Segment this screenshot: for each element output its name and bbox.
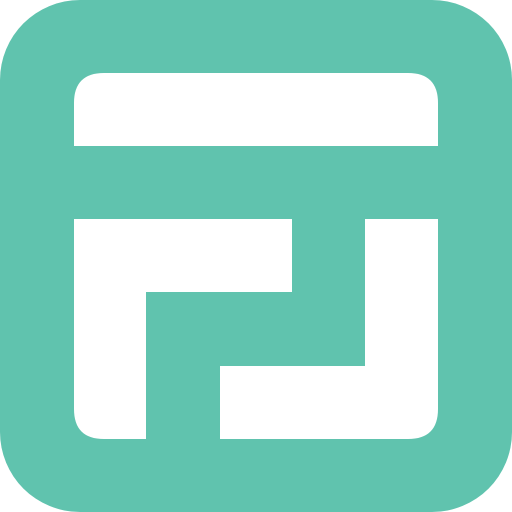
app-icon bbox=[0, 0, 512, 512]
top-bar-shape bbox=[74, 73, 438, 146]
app-logo-icon bbox=[0, 0, 512, 512]
